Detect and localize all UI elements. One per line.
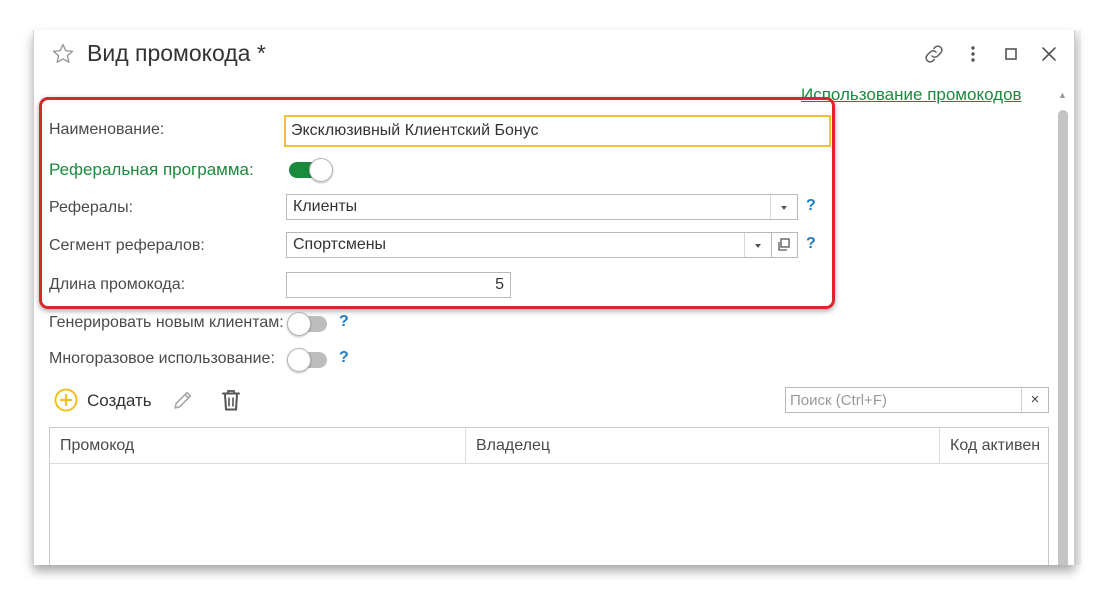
open-form-icon	[778, 238, 790, 251]
column-header-code-active[interactable]: Код активен	[939, 428, 1048, 463]
multi-use-toggle[interactable]	[287, 348, 329, 372]
length-value: 5	[495, 276, 504, 293]
referral-program-toggle[interactable]	[289, 158, 333, 182]
referrals-value: Клиенты	[293, 198, 358, 215]
multi-use-label: Многоразовое использование:	[49, 350, 275, 367]
clear-search-button[interactable]: ×	[1021, 388, 1048, 412]
referrals-label: Рефералы:	[49, 199, 134, 216]
search-box[interactable]: ×	[785, 387, 1049, 413]
promo-codes-table: Промокод Владелец Код активен	[49, 427, 1049, 565]
referral-program-label: Реферальная программа:	[49, 160, 254, 179]
referrals-dropdown-button[interactable]	[770, 195, 797, 219]
more-vertical-icon[interactable]	[961, 42, 985, 66]
plus-circle-icon	[54, 388, 78, 412]
column-header-owner[interactable]: Владелец	[465, 428, 939, 463]
segment-value: Спортсмены	[293, 236, 387, 253]
length-field[interactable]: 5	[286, 272, 511, 298]
screen: Вид промокода * Использование промокодов…	[0, 0, 1110, 597]
multi-use-help[interactable]: ?	[339, 349, 349, 367]
segment-dropdown-button[interactable]	[744, 233, 771, 257]
window-title: Вид промокода *	[87, 40, 266, 66]
scroll-up-arrow[interactable]: ▲	[1058, 90, 1067, 100]
vertical-scrollbar[interactable]	[1058, 110, 1068, 565]
referrals-help[interactable]: ?	[806, 197, 816, 215]
name-value: Эксклюзивный Клиентский Бонус	[291, 122, 539, 139]
gen-new-clients-toggle[interactable]	[287, 312, 329, 336]
length-label: Длина промокода:	[49, 276, 186, 293]
segment-label: Сегмент рефералов:	[49, 237, 205, 254]
gen-new-clients-help[interactable]: ?	[339, 313, 349, 331]
name-label: Наименование:	[49, 121, 165, 138]
star-icon[interactable]	[51, 42, 75, 66]
segment-help[interactable]: ?	[806, 235, 816, 253]
segment-open-button[interactable]	[772, 232, 798, 258]
table-header: Промокод Владелец Код активен	[50, 428, 1048, 464]
search-input[interactable]	[786, 388, 1026, 412]
close-icon[interactable]	[1037, 42, 1061, 66]
column-header-promo-code[interactable]: Промокод	[50, 428, 465, 463]
segment-select[interactable]: Спортсмены	[286, 232, 772, 258]
trash-icon[interactable]	[218, 387, 244, 413]
referrals-select[interactable]: Клиенты	[286, 194, 798, 220]
create-label: Создать	[87, 391, 152, 410]
pencil-icon[interactable]	[170, 387, 196, 413]
gen-new-clients-label: Генерировать новым клиентам:	[49, 314, 284, 331]
maximize-icon[interactable]	[999, 42, 1023, 66]
name-field[interactable]: Эксклюзивный Клиентский Бонус	[284, 115, 831, 147]
promo-kind-window: Вид промокода * Использование промокодов…	[33, 30, 1075, 565]
link-icon[interactable]	[922, 42, 946, 66]
